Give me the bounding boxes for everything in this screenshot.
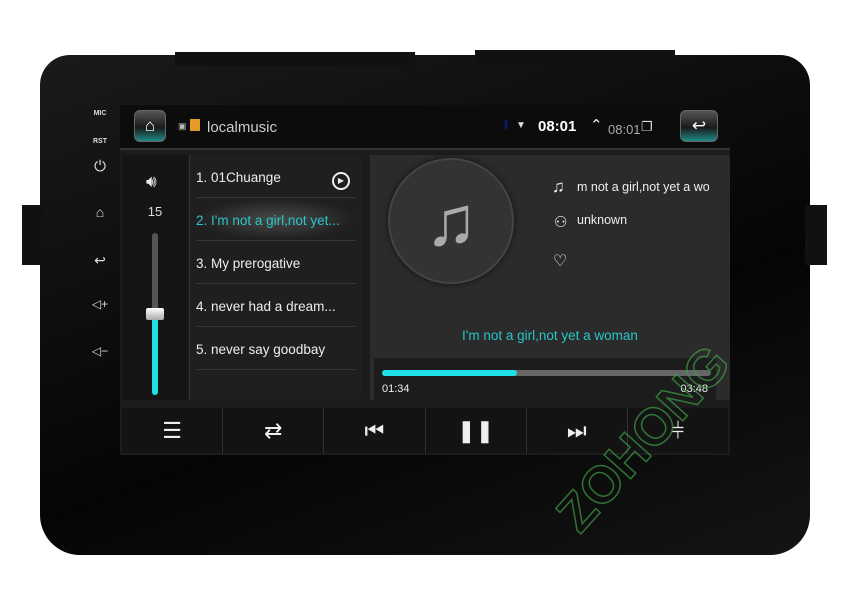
album-art-music-note-icon: ♫	[388, 158, 514, 284]
pause-icon: ❚❚	[457, 417, 495, 443]
bezel-clip	[22, 205, 44, 265]
back-button[interactable]: ↩	[680, 110, 718, 142]
bezel-tab	[175, 52, 415, 66]
bezel-tab	[475, 50, 675, 66]
pause-button[interactable]: ❚❚	[426, 408, 527, 453]
list-item[interactable]: 3. My prerogative	[196, 241, 356, 284]
mic-label: MIC	[93, 110, 107, 117]
playlist-button[interactable]: ☰	[122, 408, 224, 453]
home-icon[interactable]: ⌂	[88, 204, 112, 220]
progress-fill	[382, 370, 517, 376]
expand-icon[interactable]: ⌃	[590, 116, 603, 134]
track-title: m not a girl,not yet a wo	[577, 180, 709, 194]
status-bar: ⌂ ▣ localmusic ᛒ ▼ 08:01 ⌃ 08:01 ❐ ↩	[120, 105, 730, 150]
rst-label: RST	[93, 138, 107, 145]
list-item[interactable]: 4. never had a dream...	[196, 284, 356, 327]
repeat-button[interactable]: ⇄	[223, 408, 325, 453]
volume-up-icon[interactable]: ◁+	[88, 297, 112, 311]
secondary-clock: 08:01	[608, 122, 641, 137]
list-item[interactable]: 5. never say goodbay	[196, 327, 356, 370]
volume-slider[interactable]	[146, 233, 164, 395]
volume-panel: 🔊︎ 15	[122, 155, 188, 400]
power-icon[interactable]: ⏻	[88, 158, 112, 175]
play-mode-icon[interactable]: ▶	[332, 172, 350, 190]
home-button[interactable]: ⌂	[134, 110, 166, 142]
volume-level: 15	[147, 204, 163, 219]
list-item[interactable]: 2. I'm not a girl,not yet...	[196, 198, 356, 241]
bluetooth-icon: ᛒ	[503, 119, 510, 131]
back-icon: ↩	[691, 116, 707, 135]
image-icon: ▣	[178, 121, 187, 131]
playlist: 1. 01Chuange 2. I'm not a girl,not yet..…	[189, 155, 362, 400]
home-icon: ⌂	[144, 116, 156, 135]
volume-fill	[152, 314, 158, 395]
volume-thumb[interactable]	[146, 308, 164, 320]
music-note-icon: ♫	[552, 177, 565, 196]
app-title: localmusic	[207, 119, 278, 136]
skip-previous-icon: ⏮︎	[364, 417, 385, 443]
favorite-heart-icon[interactable]: ♡	[553, 251, 567, 271]
bezel-clip	[805, 205, 827, 265]
wifi-icon: ▼	[516, 120, 526, 131]
volume-down-icon[interactable]: ◁−	[88, 344, 112, 358]
artist-name: unknown	[577, 213, 628, 227]
previous-button[interactable]: ⏮︎	[324, 408, 426, 453]
watermark-logo: ZOHONG	[545, 334, 742, 544]
clock: 08:01	[538, 118, 577, 135]
music-app-icon	[190, 119, 200, 131]
back-icon[interactable]: ↩	[88, 252, 112, 269]
list-icon: ☰	[162, 417, 182, 443]
repeat-icon: ⇄	[264, 417, 283, 443]
speaker-icon: 🔊︎	[146, 172, 157, 191]
svg-text:ZOHONG: ZOHONG	[546, 335, 742, 543]
artist-icon: ⚇	[554, 214, 568, 231]
recent-apps-icon[interactable]: ❐	[641, 119, 653, 135]
elapsed-time: 01:34	[382, 383, 410, 395]
